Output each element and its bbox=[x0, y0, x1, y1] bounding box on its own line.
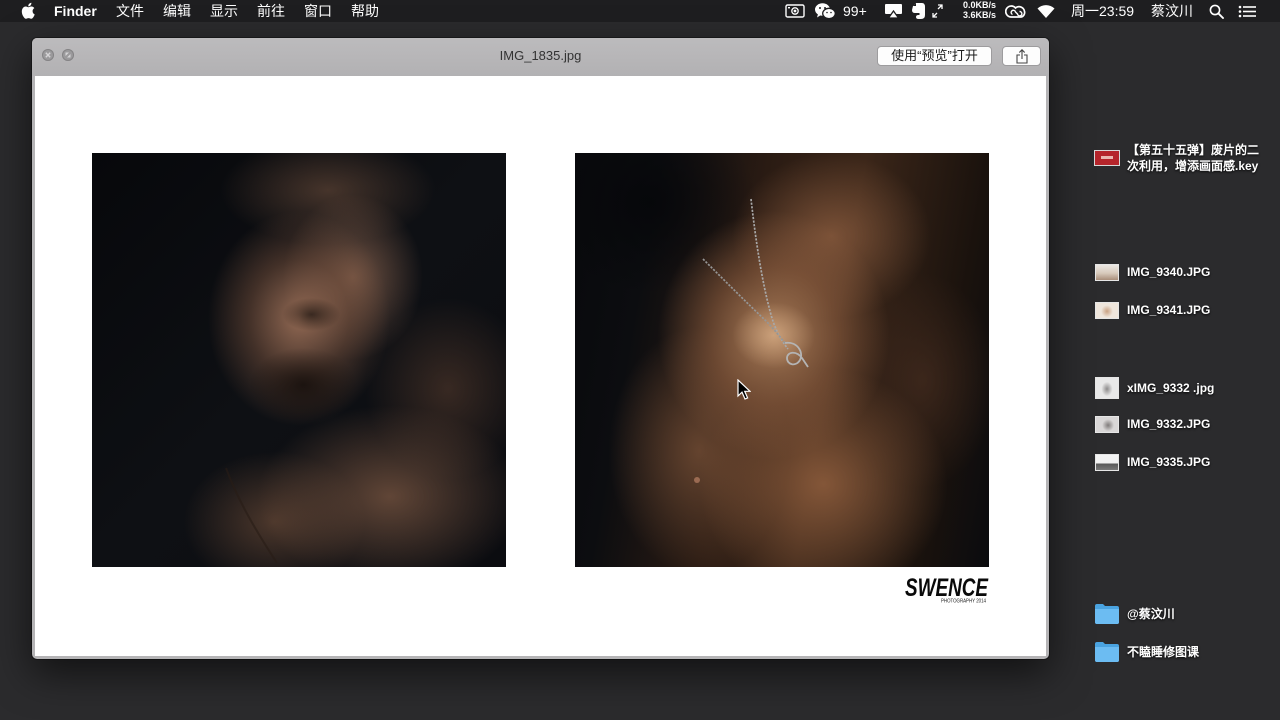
share-icon bbox=[1016, 49, 1028, 64]
image-file-icon bbox=[1096, 416, 1118, 432]
image-file-icon bbox=[1096, 302, 1118, 318]
desktop-item-label: IMG_9332.JPG bbox=[1127, 417, 1211, 431]
wechat-badge[interactable]: 99+ bbox=[843, 3, 867, 19]
wifi-icon[interactable] bbox=[1036, 3, 1056, 19]
wechat-icon[interactable] bbox=[814, 2, 836, 20]
desktop-item-label: xIMG_9332 .jpg bbox=[1127, 381, 1215, 395]
menu-file[interactable]: 文件 bbox=[116, 3, 144, 19]
image-file-icon bbox=[1096, 264, 1118, 280]
image-file-icon bbox=[1096, 378, 1118, 398]
desktop-item-label: IMG_9335.JPG bbox=[1127, 455, 1211, 469]
desktop-item-label: 【第五十五弹】废片的二 bbox=[1127, 143, 1260, 157]
desktop-item-label: 不瞌睡修图课 bbox=[1127, 645, 1200, 659]
menu-bar: Finder 文件 编辑 显示 前往 窗口 帮助 99+ 0.0KB/s 3.6… bbox=[0, 0, 1280, 22]
desktop-item-label: 次利用，增添画面感.key bbox=[1127, 159, 1259, 173]
desktop-item-folder[interactable]: 不瞌睡修图课 bbox=[1094, 641, 1199, 663]
desktop-item-image[interactable]: IMG_9340.JPG bbox=[1094, 264, 1210, 280]
expand-icon[interactable] bbox=[932, 4, 943, 18]
clock[interactable]: 周一23:59 bbox=[1071, 3, 1134, 19]
folder-icon bbox=[1095, 642, 1119, 662]
search-icon[interactable] bbox=[1209, 4, 1224, 19]
apple-icon[interactable] bbox=[21, 2, 35, 19]
desktop-item-image[interactable]: IMG_9332.JPG bbox=[1094, 416, 1210, 432]
window-title-bar[interactable]: IMG_1835.jpg 使用“预览”打开 bbox=[32, 38, 1049, 76]
folder-icon bbox=[1095, 604, 1119, 624]
airplay-icon[interactable] bbox=[884, 3, 903, 19]
fullscreen-button[interactable] bbox=[62, 49, 74, 61]
screen-record-icon[interactable] bbox=[785, 3, 805, 19]
photo-right bbox=[575, 153, 989, 567]
desktop-item-label: IMG_9340.JPG bbox=[1127, 265, 1211, 279]
image-file-icon bbox=[1096, 454, 1118, 470]
creative-cloud-icon[interactable] bbox=[1005, 3, 1027, 19]
necklace bbox=[694, 198, 809, 483]
evernote-icon[interactable] bbox=[910, 2, 926, 20]
arrow-cursor-icon bbox=[737, 379, 751, 400]
fullscreen-icon bbox=[65, 52, 71, 58]
desktop-item-image[interactable]: IMG_9341.JPG bbox=[1094, 302, 1210, 318]
menu-view[interactable]: 显示 bbox=[210, 3, 238, 19]
logo-subtitle: PHOTOGRAPHY 2014 bbox=[941, 599, 986, 605]
user-name[interactable]: 蔡汶川 bbox=[1151, 3, 1193, 19]
network-download-speed: 3.6KB/s bbox=[962, 9, 996, 20]
desktop-item-folder[interactable]: @蔡汶川 bbox=[1094, 603, 1175, 625]
preview-image: SWENCE PHOTOGRAPHY 2014 bbox=[35, 76, 1046, 656]
close-button[interactable] bbox=[42, 49, 54, 61]
keynote-file-icon bbox=[1095, 151, 1119, 165]
necklace-cord bbox=[225, 467, 278, 564]
photo-left bbox=[92, 153, 506, 567]
menu-edit[interactable]: 编辑 bbox=[163, 3, 191, 19]
menu-window[interactable]: 窗口 bbox=[304, 3, 332, 19]
swence-logo: SWENCE PHOTOGRAPHY 2014 bbox=[905, 574, 989, 605]
list-icon[interactable] bbox=[1238, 5, 1257, 18]
menu-app-name[interactable]: Finder bbox=[54, 3, 97, 19]
network-speed[interactable]: 0.0KB/s 3.6KB/s bbox=[958, 0, 996, 20]
open-with-preview-button[interactable]: 使用“预览”打开 bbox=[877, 46, 992, 66]
desktop-item-image[interactable]: IMG_9335.JPG bbox=[1094, 454, 1210, 470]
menu-go[interactable]: 前往 bbox=[257, 3, 285, 19]
desktop-item-label: IMG_9341.JPG bbox=[1127, 303, 1211, 317]
close-icon bbox=[45, 52, 51, 58]
share-button[interactable] bbox=[1002, 46, 1041, 66]
desktop-item-label: @蔡汶川 bbox=[1127, 607, 1175, 621]
desktop-item-image[interactable]: xIMG_9332 .jpg bbox=[1094, 378, 1214, 398]
desktop-item-keynote[interactable]: 【第五十五弹】废片的二 次利用，增添画面感.key bbox=[1094, 142, 1259, 174]
quicklook-window: IMG_1835.jpg 使用“预览”打开 SWENCE PHOTOGRAPHY… bbox=[32, 38, 1049, 659]
menu-help[interactable]: 帮助 bbox=[351, 3, 379, 19]
